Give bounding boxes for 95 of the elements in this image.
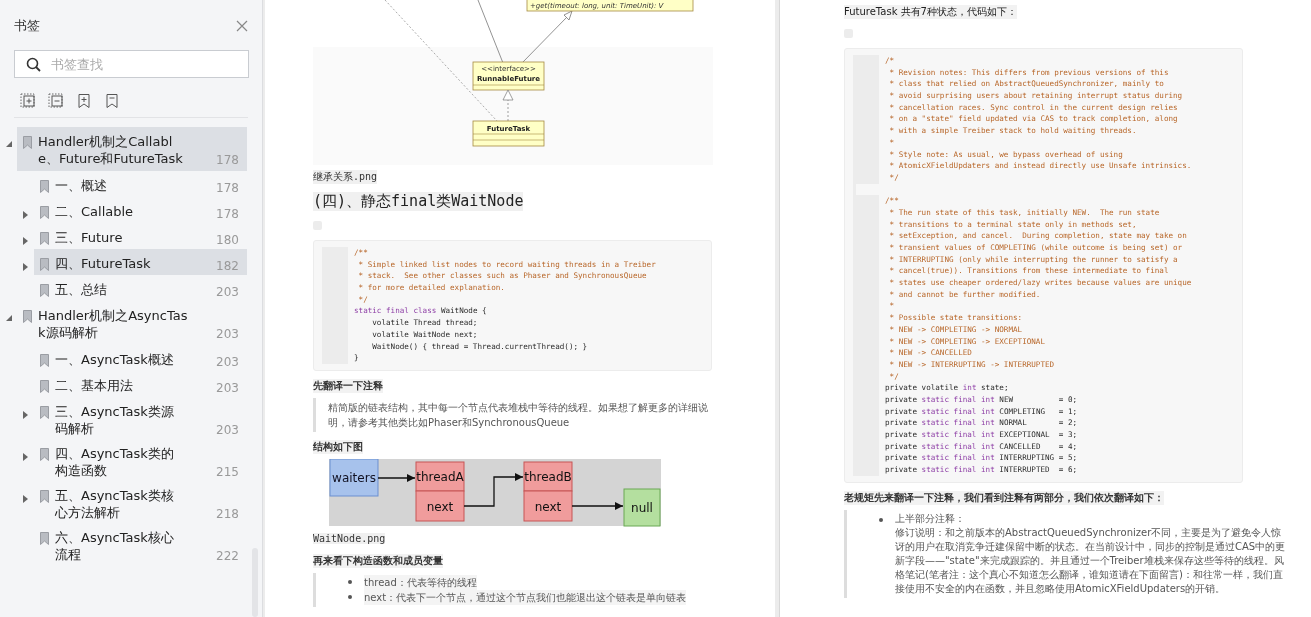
caret-down-icon[interactable] (5, 141, 12, 147)
list-item-text: next：代表下一个节点，通过这个节点我们也能退出这个链表是单向链表 (364, 589, 687, 605)
caret-right-icon[interactable] (23, 411, 28, 419)
inheritance-arrow (521, 10, 573, 64)
list-node: threadA (415, 461, 465, 492)
bullet-icon (879, 517, 883, 522)
bullet-icon (348, 595, 352, 600)
bookmark-title: 六、AsyncTask核心流程 (55, 529, 175, 563)
bookmark-item[interactable]: 三、Future 180 (34, 223, 247, 249)
bookmark-item[interactable]: 二、Callable 178 (34, 197, 247, 223)
list-item-heading: 上半部分注释： (895, 511, 966, 526)
bookmark-item[interactable]: 三、AsyncTask类源码解析 203 (34, 397, 247, 439)
list-node: null (623, 488, 661, 527)
bookmark-title: Handler机制之AsyncTask源码解析 (38, 307, 188, 341)
bookmark-item[interactable]: 一、概述 178 (34, 171, 247, 197)
bookmark-icon (40, 206, 49, 219)
paragraph: 先翻译一下注释 (313, 378, 383, 393)
paragraph: FutureTask 共有7种状态，代码如下： (844, 5, 1017, 19)
bookmark-title: 一、概述 (55, 177, 108, 194)
bookmark-item[interactable]: 四、AsyncTask类的构造函数 215 (34, 439, 247, 481)
list-item-text: thread：代表等待的线程 (364, 574, 477, 590)
bookmark-icon (40, 354, 49, 367)
caret-down-icon[interactable] (5, 315, 12, 321)
bookmark-icon (40, 532, 49, 545)
page-number: 218 (216, 506, 239, 521)
bookmark-icon (40, 380, 49, 393)
bookmark-icon (23, 310, 32, 323)
expand-all-icon[interactable] (20, 93, 36, 109)
list-node: threadB (523, 461, 573, 492)
bookmark-item[interactable]: Handler机制之AsyncTask源码解析 203 (17, 301, 247, 345)
image-caption: WaitNode.png (313, 532, 386, 544)
paragraph: 结构如下图 (313, 439, 363, 454)
bookmark-title: 四、FutureTask (55, 255, 152, 272)
caret-right-icon[interactable] (23, 237, 28, 245)
association-line (477, 0, 504, 64)
bookmark-item[interactable]: 五、总结 203 (34, 275, 247, 301)
collapse-all-icon[interactable] (48, 93, 64, 109)
section-heading: (四)、静态final类WaitNode (313, 192, 524, 211)
bookmark-title: Handler机制之Callable、Future和FutureTask (38, 133, 184, 167)
image-caption: 继承关系.png (313, 170, 378, 184)
bookmark-icon (40, 180, 49, 193)
panel-title: 书签 (14, 17, 40, 35)
bookmark-title: 四、AsyncTask类的构造函数 (55, 445, 175, 479)
search-field[interactable]: 书签查找 (14, 50, 249, 78)
page-number: 215 (216, 464, 239, 479)
bookmark-item[interactable]: 四、FutureTask 182 (34, 249, 247, 275)
bookmark-title: 二、基本用法 (55, 377, 134, 394)
bookmark-item[interactable]: 五、AsyncTask类核心方法解析 218 (34, 481, 247, 523)
page-number: 178 (216, 180, 239, 195)
paragraph: 再来看下构造函数和成员变量 (313, 553, 443, 568)
paragraph: 老规矩先来翻译一下注释，我们看到注释有两部分，我们依次翻译如下： (844, 490, 1164, 505)
bookmark-title: 三、AsyncTask类源码解析 (55, 403, 175, 437)
bookmark-item[interactable]: Handler机制之Callable、Future和FutureTask 178 (17, 127, 247, 171)
bookmark-icon[interactable] (104, 93, 120, 109)
caret-right-icon[interactable] (23, 495, 28, 503)
page-number: 180 (216, 232, 239, 247)
bookmark-item[interactable]: 六、AsyncTask核心流程 222 (34, 523, 247, 565)
pointer-arrow (571, 501, 624, 510)
bookmark-title: 三、Future (55, 229, 124, 246)
bookmark-title: 一、AsyncTask概述 (55, 351, 175, 368)
bookmark-icon (40, 406, 49, 419)
page-number: 178 (216, 152, 239, 167)
bookmark-title: 五、总结 (55, 281, 108, 298)
caret-right-icon[interactable] (23, 453, 28, 461)
page-number: 203 (216, 326, 239, 341)
list-node: next (415, 490, 465, 522)
pointer-arrow (377, 473, 416, 482)
bookmark-title: 五、AsyncTask类核心方法解析 (55, 487, 175, 521)
bookmark-title: 二、Callable (55, 203, 135, 220)
page-number: 203 (216, 354, 239, 369)
bookmark-icon (40, 258, 49, 271)
realization-arrow (502, 89, 514, 122)
add-bookmark-icon[interactable] (76, 93, 92, 109)
bookmark-icon (40, 448, 49, 461)
caret-right-icon[interactable] (23, 263, 28, 271)
list-item-text: 修订说明：和之前版本的AbstractQueuedSynchronizer不同，主要是为了避免令人惊讶的用户在取消竞争迁建保留中断的状态。在当前设计中，同步的控制是通过CAS中的更新字段——"state"来完成跟踪的。并且通过一个Treiber堆栈来保存这些等待的线程。风格笔记(笔者注：这个真心不知道怎么翻译，谁知道请在下面留言)：和往常一样，我们直接使用不安全的内在函数，并且忽略使用AtomicXFieldUpdaters的开销。 (895, 525, 1287, 596)
pointer-arrow (463, 472, 524, 507)
list-node: next (523, 490, 573, 522)
close-icon[interactable] (236, 20, 248, 32)
bookmark-icon (40, 490, 49, 503)
bookmark-item[interactable]: 一、AsyncTask概述 203 (34, 345, 247, 371)
bullet-icon (348, 580, 352, 585)
page-number: 178 (216, 206, 239, 221)
page-number: 203 (216, 284, 239, 299)
bookmark-item[interactable]: 二、基本用法 203 (34, 371, 247, 397)
bookmark-icon (40, 232, 49, 245)
page-number: 182 (216, 258, 239, 273)
page-number: 203 (216, 380, 239, 395)
bookmark-icon (23, 136, 32, 149)
page-number: 203 (216, 422, 239, 437)
list-node: waiters (329, 458, 379, 497)
caret-right-icon[interactable] (23, 211, 28, 219)
quote-text: 精简版的链表结构，其中每一个节点代表堆栈中等待的线程。如果想了解更多的详细说明，请参考其他类比如Phaser和SynchronousQueue (328, 400, 709, 430)
bookmark-icon (40, 284, 49, 297)
page-number: 222 (216, 548, 239, 563)
